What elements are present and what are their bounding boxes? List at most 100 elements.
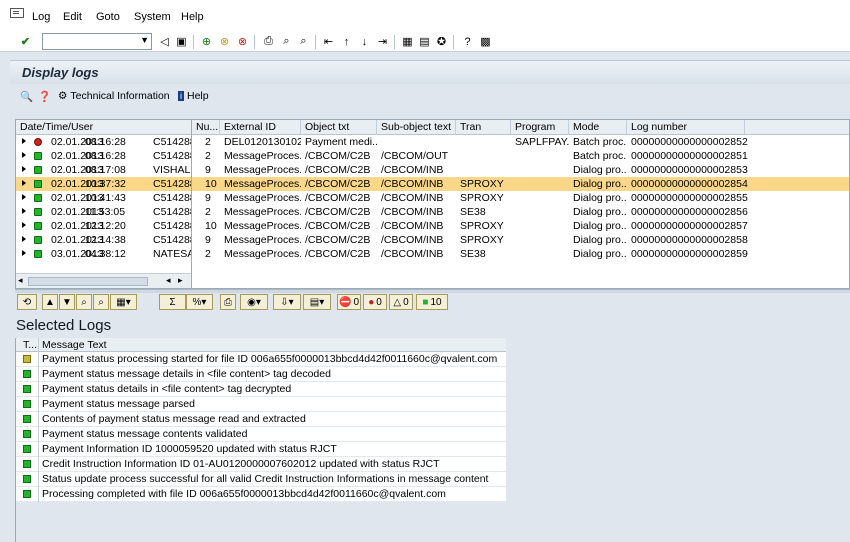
table-row[interactable]: 02.01.2013 08:17:08 VISHAL 9 MessageProces..… [16,163,849,177]
export-icon[interactable]: ⇩▾ [273,294,301,310]
cell-time: 08:17:08 [85,164,126,176]
cell-prog [512,247,569,261]
menu-goto[interactable]: Goto [96,11,120,23]
table-row[interactable]: 02.01.201310:37:32C514288710MessageProce… [16,177,849,191]
expand-triangle-icon[interactable] [22,138,26,144]
filter-icon[interactable]: ▼ [59,294,75,310]
menu-help[interactable]: Help [181,11,204,23]
expand-triangle-icon[interactable] [22,236,26,242]
system-menu-icon[interactable] [10,8,24,18]
message-text: Payment Information ID 1000059520 update… [38,442,337,457]
list-item[interactable]: Processing completed with file ID 006a65… [16,487,506,502]
list-item[interactable]: Contents of payment status message read … [16,412,506,427]
help-icon[interactable]: ? [460,34,475,49]
list-item[interactable]: Payment Information ID 1000059520 update… [16,442,506,457]
error2-counter[interactable]: ● 0 [363,294,387,310]
new-session-icon[interactable]: ▦ [400,34,415,49]
col-type[interactable]: T... [20,338,37,352]
help-button[interactable]: i Help [178,90,209,102]
list-item[interactable]: Status update process successful for all… [16,472,506,487]
col-message-text[interactable]: Message Text [38,338,107,352]
list-item[interactable]: Payment status message details in <file … [16,367,506,382]
col-log-number[interactable]: Log number [627,120,745,135]
magnifier-icon[interactable]: 🔍 [20,90,33,103]
customize-layout-icon[interactable]: ▩ [478,34,493,49]
cell-prog [512,149,569,163]
menu-system[interactable]: System [134,11,171,23]
print-icon[interactable]: ⎙ [220,294,236,310]
col-mode[interactable]: Mode [569,120,627,135]
list-item[interactable]: Credit Instruction Information ID 01-AU0… [16,457,506,472]
expand-triangle-icon[interactable] [22,166,26,172]
col-sub-object-text[interactable]: Sub-object text [377,120,456,135]
exit-icon[interactable]: ⊗ [217,34,232,49]
list-item[interactable]: Payment status processing started for fi… [16,352,506,367]
expand-triangle-icon[interactable] [22,222,26,228]
previous-page-icon[interactable]: ↑ [339,34,354,49]
col-tran[interactable]: Tran [456,120,511,135]
layout-icon[interactable]: ✪ [434,34,449,49]
scroll-right-icon[interactable]: ▸ [178,275,183,286]
table-row[interactable]: 02.01.201312:14:38C51428879MessageProces… [16,233,849,247]
view-icon[interactable]: ◉▾ [240,294,268,310]
table-row[interactable]: 02.01.201308:16:28C51428872MessageProces… [16,149,849,163]
col-date-time-user[interactable]: Date/Time/User [16,120,192,135]
sum-icon[interactable]: Σ [159,294,186,310]
expand-triangle-icon[interactable] [22,152,26,158]
col-number[interactable]: Nu... [192,120,220,135]
sort-asc-icon[interactable]: ▲ [42,294,58,310]
find-icon[interactable]: ⌕ [76,294,92,310]
list-item[interactable]: Payment status message parsed [16,397,506,412]
list-item[interactable]: Payment status message contents validate… [16,427,506,442]
expand-triangle-icon[interactable] [22,194,26,200]
save-icon[interactable]: ▣ [174,34,189,49]
col-object-txt[interactable]: Object txt [301,120,377,135]
details-icon[interactable]: ⟲ [17,294,37,310]
find-icon[interactable]: ⌕ [279,34,294,49]
cell-num: 9 [205,234,211,246]
subtotal-icon[interactable]: %▾ [186,294,213,310]
col-external-id[interactable]: External ID [220,120,301,135]
layout-icon[interactable]: ▤▾ [303,294,331,310]
col-program[interactable]: Program [511,120,569,135]
table-row[interactable]: 03.01.201304:38:12NATESAN2MessageProces.… [16,247,849,261]
scroll-thumb[interactable] [28,277,148,286]
cancel-icon[interactable]: ⊗ [235,34,250,49]
back-triangle-icon[interactable]: ◁ [157,34,172,49]
print-icon[interactable]: ⎙ [261,34,276,49]
cell-user: C5142887 [153,178,192,190]
horizontal-scrollbar[interactable]: ◂ ◂ ▸ [16,273,191,288]
find-next-icon[interactable]: ⌕ [93,294,109,310]
question-icon[interactable]: ❓ [38,90,51,103]
command-field[interactable]: ▼ [42,33,152,50]
expand-triangle-icon[interactable] [22,250,26,256]
chevron-down-icon[interactable]: ▼ [140,35,149,45]
mark-menu-icon[interactable]: ▦▾ [110,294,137,310]
cell-log: 00000000000000002855 [631,192,748,204]
warning-counter[interactable]: △ 0 [389,294,413,310]
shortcut-icon[interactable]: ▤ [417,34,432,49]
scroll-left-icon[interactable]: ◂ [166,275,171,286]
enter-checkmark-icon[interactable]: ✔ [18,34,33,49]
last-page-icon[interactable]: ⇥ [375,34,390,49]
success-counter[interactable]: ■ 10 [416,294,448,310]
error-counter[interactable]: ⛔ 0 [337,294,361,310]
menu-edit[interactable]: Edit [63,11,82,23]
back-icon[interactable]: ⊕ [199,34,214,49]
cell-sub: /CBCOM/INB [381,192,444,204]
cell-mode: Dialog pro... [573,248,627,260]
table-row[interactable]: 02.01.201311:53:05C51428872MessageProces… [16,205,849,219]
cell-log: 00000000000000002857 [631,220,748,232]
technical-info-button[interactable]: ⚙ Technical Information [58,90,170,102]
next-page-icon[interactable]: ↓ [357,34,372,49]
scroll-left-icon[interactable]: ◂ [18,275,23,286]
list-item[interactable]: Payment status details in <file content>… [16,382,506,397]
first-page-icon[interactable]: ⇤ [321,34,336,49]
menu-log[interactable]: Log [32,11,50,23]
expand-triangle-icon[interactable] [22,180,26,186]
find-next-icon[interactable]: ⌕ [296,34,311,49]
table-row[interactable]: 02.01.201308:16:28C51428872DEL0120130102… [16,135,849,149]
table-row[interactable]: 02.01.201310:41:43C51428879MessageProces… [16,191,849,205]
table-row[interactable]: 02.01.201312:12:20C514288710MessageProce… [16,219,849,233]
expand-triangle-icon[interactable] [22,208,26,214]
